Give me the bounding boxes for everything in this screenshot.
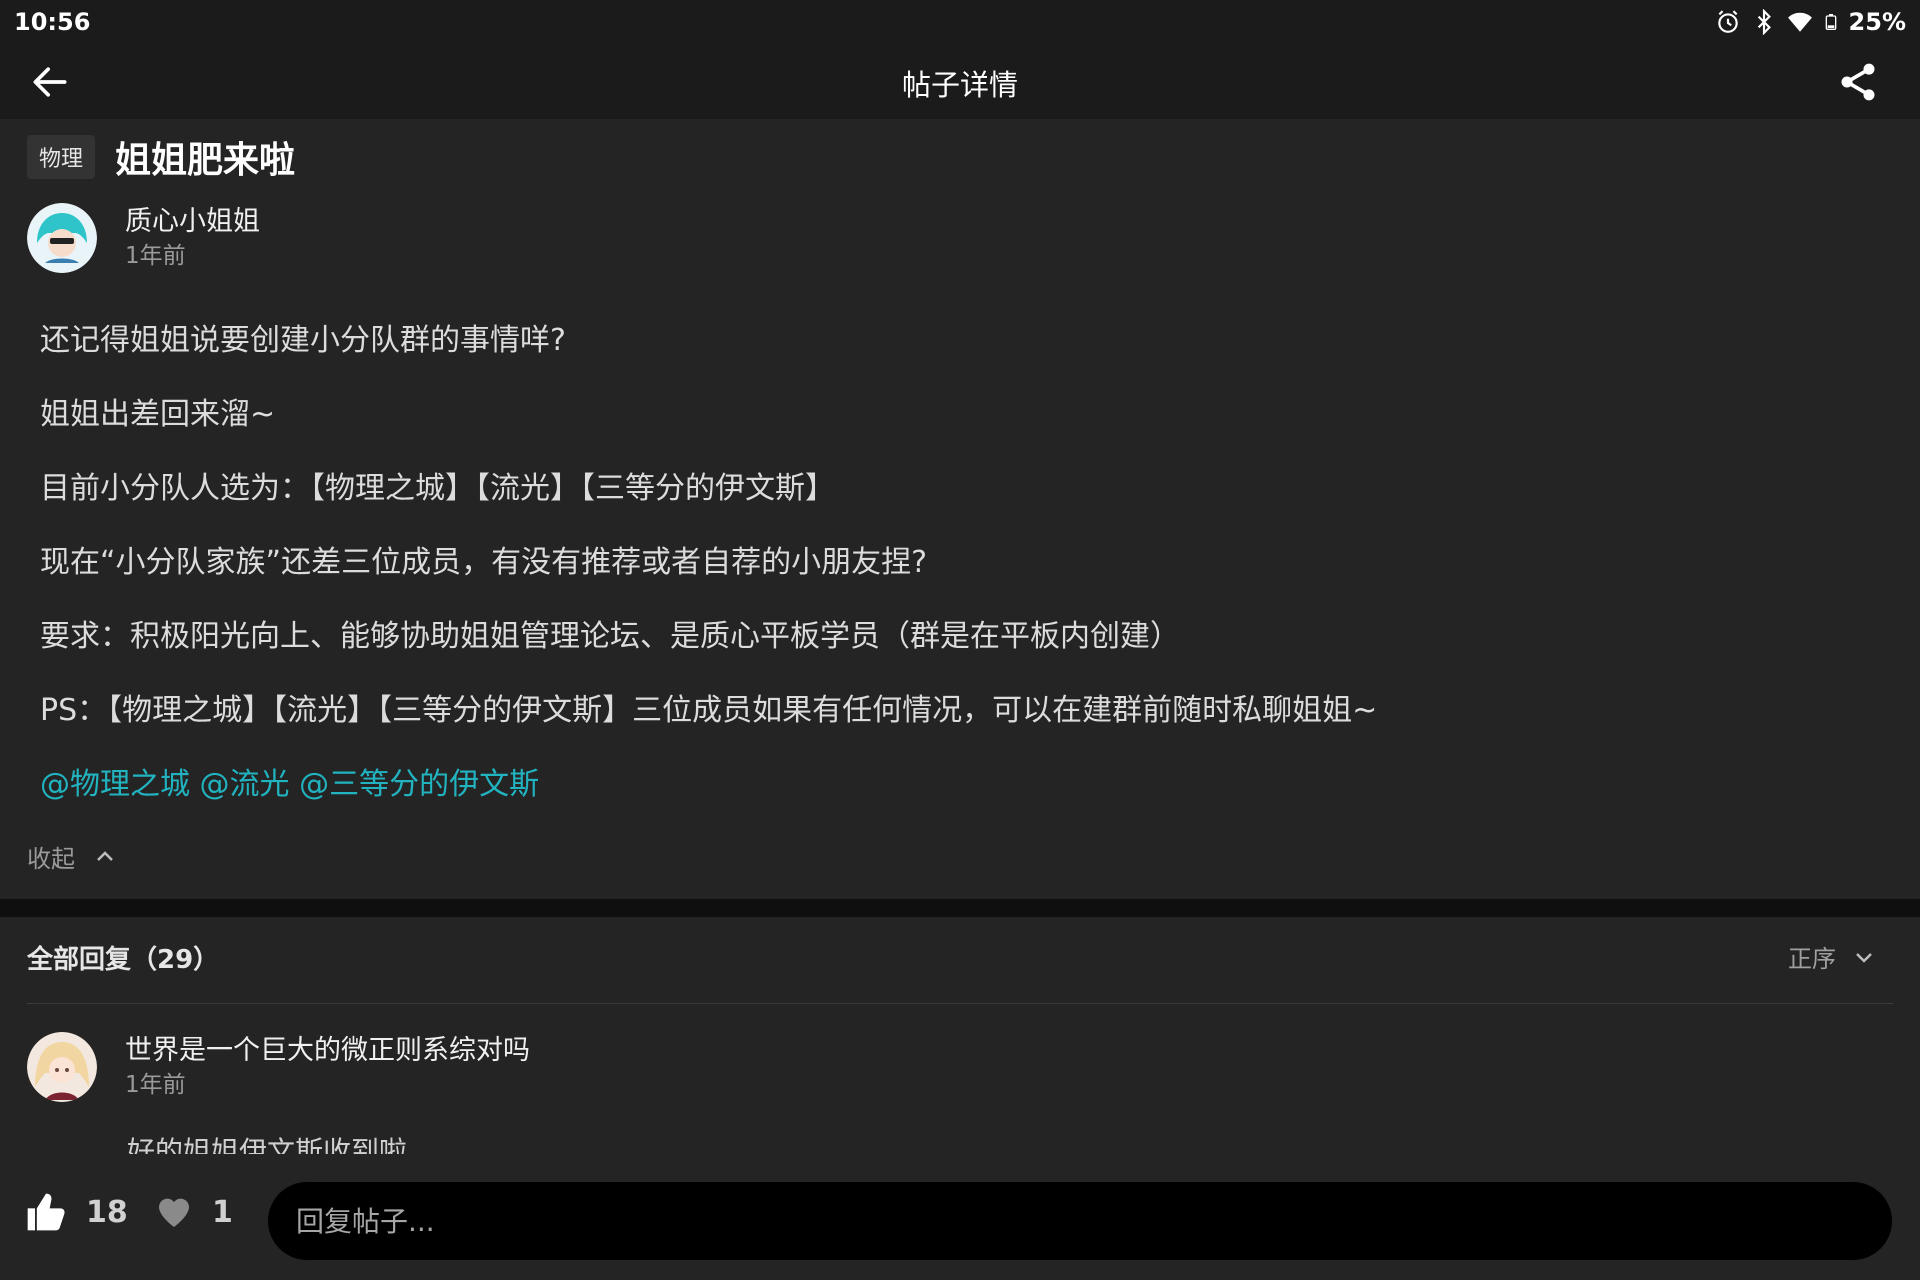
bluetooth-icon [1757, 9, 1771, 35]
post-paragraph: PS：【物理之城】【流光】【三等分的伊文斯】三位成员如果有任何情况，可以在建群前… [40, 693, 1378, 728]
page-title: 帖子详情 [901, 68, 1018, 102]
share-icon[interactable] [1836, 60, 1880, 104]
reply-time: 1年前 [125, 1072, 186, 1098]
post-paragraph: 目前小分队人选为：【物理之城】【流光】【三等分的伊文斯】 [40, 471, 835, 506]
collapse-button[interactable]: 收起 [27, 839, 117, 874]
replies-header: 全部回复（29） 正序 [0, 917, 1920, 1003]
battery-percent: 25% [1848, 8, 1906, 36]
favorite-count: 1 [212, 1194, 233, 1230]
post-paragraph: 现在“小分队家族”还差三位成员，有没有推荐或者自荐的小朋友捏? [40, 545, 928, 580]
status-time: 10:56 [14, 8, 91, 36]
heart-icon [159, 1198, 189, 1227]
alarm-icon [1717, 10, 1738, 33]
post-paragraph: 姐姐出差回来溜~ [40, 397, 276, 432]
post-card: 物理 姐姐肥来啦 质心小姐姐 1年前 还记得姐姐说要创建小分队群的事情咩? 姐姐… [0, 119, 1920, 899]
status-bar: 10:56 25% [0, 0, 1920, 44]
like-button[interactable]: 18 [24, 1190, 128, 1234]
sort-label: 正序 [1788, 945, 1836, 973]
post-time: 1年前 [125, 243, 186, 269]
author-name[interactable]: 质心小姐姐 [125, 204, 260, 240]
reply-input[interactable] [268, 1182, 1892, 1260]
wifi-icon [1787, 12, 1812, 32]
section-divider [0, 899, 1920, 917]
post-body: 还记得姐姐说要创建小分队群的事情咩? 姐姐出差回来溜~ 目前小分队人选为：【物理… [40, 304, 1880, 822]
collapse-label: 收起 [27, 845, 75, 873]
reply-item[interactable]: 世界是一个巨大的微正则系综对吗 1年前 好的姐姐伊文斯收到啦 [27, 1032, 1893, 1154]
reply-text: 好的姐姐伊文斯收到啦 [127, 1135, 408, 1154]
replies-title: 全部回复（29） [27, 945, 220, 975]
post-header: 物理 姐姐肥来啦 [27, 131, 295, 183]
favorite-button[interactable]: 1 [154, 1192, 233, 1232]
avatar[interactable] [27, 203, 97, 273]
post-paragraph: 要求：积极阳光向上、能够协助姐姐管理论坛、是质心平板学员（群是在平板内创建） [40, 619, 1180, 654]
post-title: 姐姐肥来啦 [115, 140, 296, 181]
chevron-up-icon [97, 850, 113, 861]
divider [27, 1003, 1893, 1004]
chevron-down-icon [1856, 952, 1872, 963]
category-tag[interactable]: 物理 [27, 135, 96, 179]
bottom-bar: 18 1 [0, 1160, 1920, 1280]
like-count: 18 [86, 1194, 128, 1230]
thumbs-up-icon [27, 1193, 65, 1231]
battery-icon [1825, 14, 1836, 30]
post-paragraph: 还记得姐姐说要创建小分队群的事情咩? [40, 323, 566, 358]
sort-dropdown[interactable]: 正序 [1788, 939, 1876, 974]
avatar[interactable] [27, 1032, 97, 1102]
mentions-link[interactable]: @物理之城 @流光 @三等分的伊文斯 [40, 748, 1880, 822]
post-author[interactable]: 质心小姐姐 1年前 [27, 203, 260, 273]
reply-author-name[interactable]: 世界是一个巨大的微正则系综对吗 [125, 1033, 530, 1069]
status-icons: 25% [1715, 8, 1906, 36]
app-bar: 帖子详情 [0, 44, 1920, 119]
